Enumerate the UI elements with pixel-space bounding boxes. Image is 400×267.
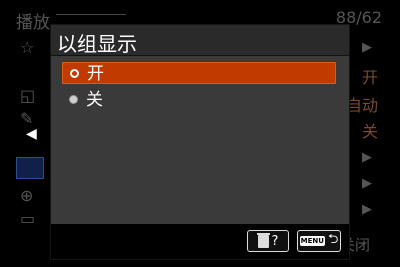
submenu-arrow-icon: ▶	[362, 40, 372, 55]
menu-back-button[interactable]: MENU ⮌	[297, 230, 341, 252]
dialog-header: 以组显示	[51, 25, 349, 56]
option-off[interactable]: 关	[62, 89, 336, 111]
submenu-arrow-icon: ▶	[362, 150, 372, 165]
help-button[interactable]: ?	[247, 230, 289, 252]
globe-icon: ⊕	[20, 186, 34, 205]
radio-selected-icon	[70, 69, 79, 78]
submenu-arrow-icon: ▶	[362, 176, 372, 191]
dialog-title: 以组显示	[57, 32, 137, 56]
option-label: 开	[87, 64, 104, 84]
dialog-footer: ? MENU ⮌	[51, 224, 349, 259]
playback-tab-icon[interactable]	[16, 157, 44, 179]
option-on[interactable]: 开	[62, 62, 336, 84]
submenu-arrow-icon: ▶	[362, 202, 372, 217]
option-label: 关	[86, 90, 103, 110]
group-display-dialog: 以组显示 开 关 ? MENU ⮌	[50, 24, 350, 260]
back-arrow-icon: ⮌	[327, 232, 339, 247]
radio-unselected-icon	[69, 95, 78, 104]
background-title: 播放	[16, 13, 50, 33]
background-value-auto: 自动	[345, 96, 378, 115]
camera-icon: ◱	[20, 86, 36, 105]
toolbox-icon: ▭	[20, 209, 36, 228]
background-value-on: 开	[361, 68, 378, 87]
help-label: ?	[271, 233, 279, 249]
menu-label: MENU	[299, 236, 325, 246]
trash-icon	[256, 232, 270, 248]
option-list: 开 关	[62, 62, 336, 116]
edit-icon: ✎	[20, 109, 34, 128]
background-value-off: 关	[361, 122, 378, 141]
left-arrow-icon[interactable]: ◀	[26, 126, 37, 142]
star-icon: ☆	[20, 38, 35, 57]
